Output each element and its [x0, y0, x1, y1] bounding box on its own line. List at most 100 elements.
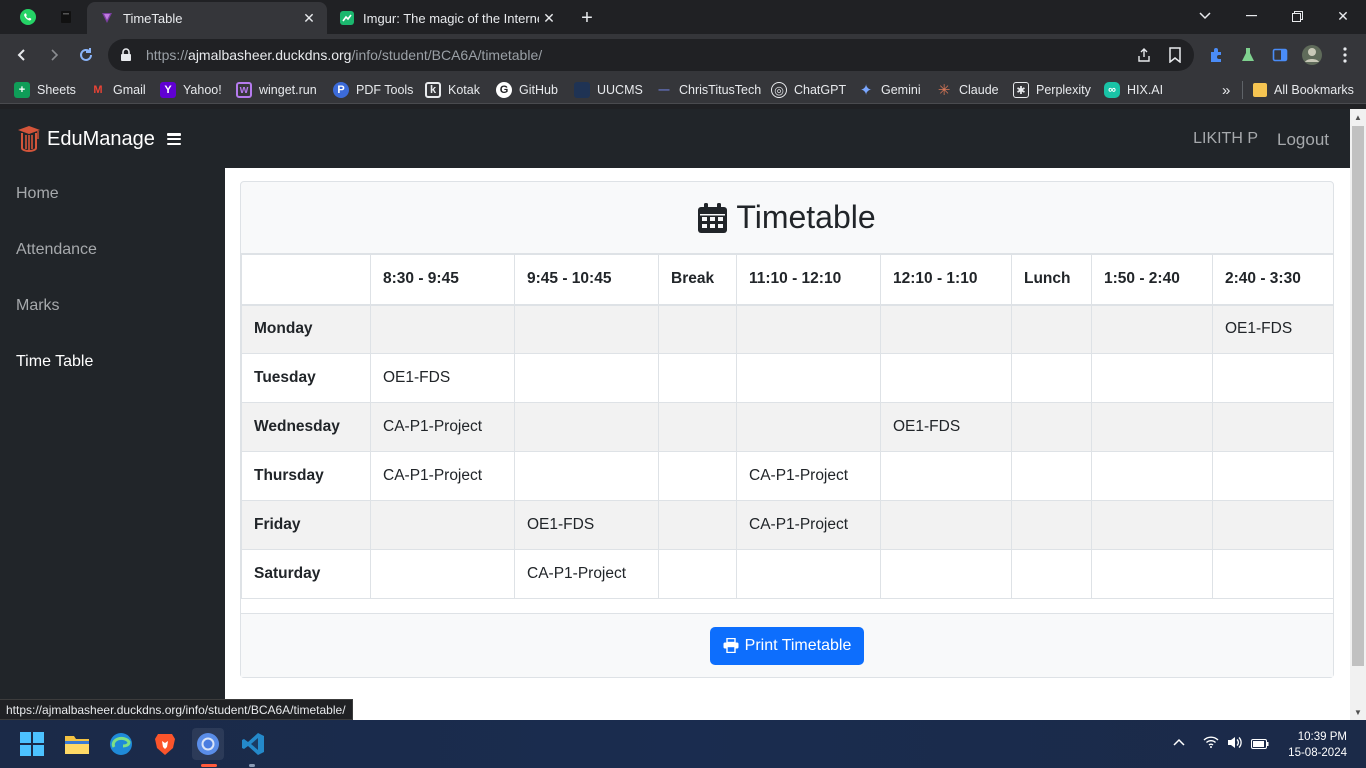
- side-panel-icon[interactable]: [1268, 43, 1292, 67]
- timetable-favicon-icon: [99, 10, 115, 26]
- period-cell: CA-P1-Project: [370, 451, 515, 501]
- labs-flask-icon[interactable]: [1236, 43, 1260, 67]
- print-timetable-button[interactable]: Print Timetable: [709, 626, 865, 665]
- calendar-icon: [698, 202, 728, 233]
- bookmark-yahoo[interactable]: Y Yahoo!: [160, 80, 222, 100]
- bookmark-star-icon[interactable]: [1168, 47, 1182, 68]
- clock-date: 15-08-2024: [1288, 747, 1347, 759]
- table-body: Monday OE1-FDS Tuesday OE1-FDS Wednesday CA-P…: [241, 304, 1334, 599]
- edge-browser-icon[interactable]: [105, 728, 137, 760]
- bookmark-perplexity[interactable]: ✱ Perplexity: [1013, 80, 1091, 100]
- taskbar-clock[interactable]: 10:39 PM 15-08-2024: [1288, 729, 1347, 761]
- perplexity-icon: ✱: [1013, 82, 1029, 98]
- tab-imgur[interactable]: Imgur: The magic of the Internet ✕: [327, 2, 567, 34]
- vscode-icon[interactable]: [237, 728, 269, 760]
- github-icon: G: [496, 82, 512, 98]
- bookmark-kotak[interactable]: k Kotak: [425, 80, 480, 100]
- bookmark-gmail[interactable]: M Gmail: [90, 80, 145, 100]
- folder-icon: [1253, 83, 1267, 97]
- bookmark-christitustech[interactable]: — ChrisTitusTech: [656, 80, 762, 100]
- hixai-icon: ∞: [1104, 82, 1120, 98]
- period-cell: OE1-FDS: [1212, 304, 1334, 354]
- lock-icon[interactable]: [120, 48, 136, 62]
- scroll-down-arrow-icon[interactable]: ▼: [1350, 704, 1366, 720]
- tray-overflow-chevron-icon[interactable]: [1173, 734, 1185, 749]
- volume-icon[interactable]: [1227, 736, 1243, 752]
- sidebar-item-attendance[interactable]: Attendance: [16, 241, 97, 259]
- logout-link[interactable]: Logout: [1277, 130, 1329, 150]
- tab-timetable[interactable]: TimeTable ✕: [87, 2, 327, 34]
- kotak-icon: k: [425, 82, 441, 98]
- top-navbar: EduManage LIKITH P Logout: [0, 109, 1350, 168]
- period-cell: [1011, 451, 1092, 501]
- pinned-tab-whatsapp[interactable]: [11, 4, 45, 30]
- table-row: Wednesday CA-P1-Project OE1-FDS: [241, 402, 1334, 452]
- period-cell: [658, 304, 737, 354]
- period-cell: [880, 353, 1012, 403]
- more-bookmarks-chevron-icon[interactable]: »: [1222, 80, 1230, 100]
- bookmark-winget[interactable]: w winget.run: [236, 80, 317, 100]
- whatsapp-icon: [20, 9, 36, 25]
- period-cell: [1091, 304, 1213, 354]
- brave-browser-icon[interactable]: [149, 728, 181, 760]
- close-tab-icon[interactable]: ✕: [539, 8, 559, 28]
- period-cell: OE1-FDS: [880, 402, 1012, 452]
- share-icon[interactable]: [1136, 47, 1152, 68]
- period-cell: [1011, 549, 1092, 599]
- browser-toolbar: https://ajmalbasheer.duckdns.org/info/st…: [0, 34, 1366, 76]
- vscode-running-indicator: [249, 764, 255, 767]
- restore-icon[interactable]: [1274, 0, 1320, 32]
- period-cell: [880, 500, 1012, 550]
- back-icon[interactable]: [10, 43, 34, 67]
- battery-icon[interactable]: [1251, 737, 1269, 752]
- new-tab-button[interactable]: +: [575, 6, 599, 30]
- bookmark-github[interactable]: G GitHub: [496, 80, 558, 100]
- day-cell: Monday: [241, 304, 371, 354]
- chrome-browser-icon[interactable]: [192, 728, 224, 760]
- brand[interactable]: EduManage: [16, 124, 181, 154]
- sidebar-item-time-table[interactable]: Time Table: [16, 353, 93, 371]
- period-cell: [370, 304, 515, 354]
- scroll-up-arrow-icon[interactable]: ▲: [1350, 109, 1366, 125]
- forward-icon[interactable]: [42, 43, 66, 67]
- bookmark-pdf-tools[interactable]: P PDF Tools: [333, 80, 413, 100]
- bookmark-gemini[interactable]: ✦ Gemini: [858, 80, 921, 100]
- bookmark-sheets[interactable]: + Sheets: [14, 80, 76, 100]
- bookmarks-bar: + Sheets M Gmail Y Yahoo! w winget.run P PDF …: [0, 76, 1366, 104]
- table-row: Monday OE1-FDS: [241, 304, 1334, 354]
- period-cell: [514, 353, 659, 403]
- bookmark-uucms[interactable]: UUCMS: [574, 80, 643, 100]
- browser-tabstrip: TimeTable ✕ Imgur: The magic of the Inte…: [0, 0, 1366, 34]
- table-wrapper: 8:30 - 9:45 9:45 - 10:45 Break 11:10 - 1…: [241, 254, 1334, 614]
- period-cell: [1091, 402, 1213, 452]
- printer-icon: [723, 638, 739, 653]
- scroll-thumb[interactable]: [1352, 126, 1364, 666]
- bookmark-chatgpt[interactable]: ◎ ChatGPT: [771, 80, 846, 100]
- web-page: EduManage LIKITH P Logout Home Attendanc…: [0, 109, 1350, 720]
- bookmark-hixai[interactable]: ∞ HIX.AI: [1104, 80, 1163, 100]
- wifi-icon[interactable]: [1203, 736, 1219, 751]
- close-window-icon[interactable]: ✕: [1320, 0, 1366, 32]
- menu-kebab-icon[interactable]: [1333, 43, 1357, 67]
- reload-icon[interactable]: [74, 43, 98, 67]
- hamburger-menu-icon[interactable]: [166, 133, 181, 145]
- address-bar[interactable]: https://ajmalbasheer.duckdns.org/info/st…: [108, 39, 1194, 71]
- tab-search-chevron-icon[interactable]: [1182, 0, 1228, 32]
- extensions-puzzle-icon[interactable]: [1204, 43, 1228, 67]
- day-cell: Wednesday: [241, 402, 371, 452]
- minimize-icon[interactable]: [1228, 0, 1274, 32]
- pinned-tab-2[interactable]: [49, 4, 83, 30]
- sidebar-item-marks[interactable]: Marks: [16, 297, 60, 315]
- close-tab-icon[interactable]: ✕: [299, 8, 319, 28]
- file-explorer-icon[interactable]: [61, 728, 93, 760]
- page-scrollbar[interactable]: ▲ ▼: [1350, 109, 1366, 720]
- user-name[interactable]: LIKITH P: [1193, 130, 1258, 148]
- column-header: 9:45 - 10:45: [514, 254, 659, 306]
- bookmark-claude[interactable]: ✳ Claude: [936, 80, 999, 100]
- windows-start-icon[interactable]: [16, 728, 48, 760]
- profile-avatar[interactable]: [1300, 43, 1324, 67]
- chatgpt-icon: ◎: [771, 82, 787, 98]
- sidebar-item-home[interactable]: Home: [16, 185, 59, 203]
- period-cell: [1091, 549, 1213, 599]
- all-bookmarks-folder[interactable]: All Bookmarks: [1253, 80, 1354, 100]
